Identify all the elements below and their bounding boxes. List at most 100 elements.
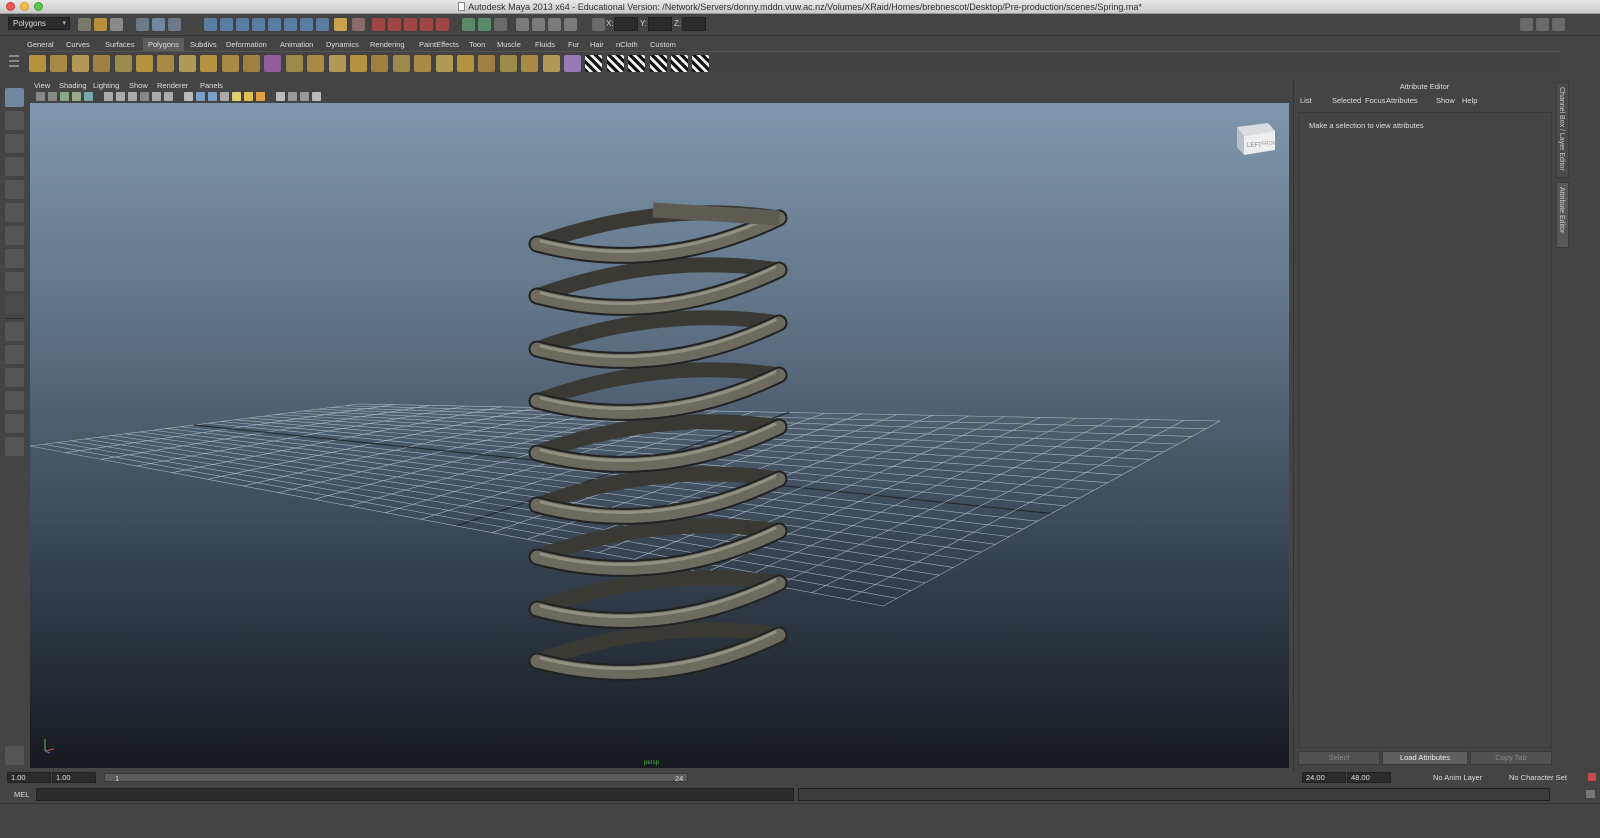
ae-menu-help[interactable]: Help [1462, 96, 1477, 105]
camera-attributes-icon[interactable] [36, 92, 45, 101]
construction-history-icon[interactable] [334, 18, 347, 31]
mirror-icon[interactable] [371, 55, 389, 72]
ae-menu-selected[interactable]: Selected [1332, 96, 1361, 105]
tab-subdivs[interactable]: Subdivs [185, 38, 222, 51]
poly-platonic-icon[interactable] [243, 55, 260, 72]
tool-settings-icon[interactable] [548, 18, 561, 31]
poly-helix-icon[interactable] [200, 55, 218, 72]
perspective-viewport[interactable]: LEFT FRONT persp [30, 103, 1289, 768]
grid-icon[interactable] [84, 92, 93, 101]
combine-icon[interactable] [264, 55, 282, 72]
open-scene-icon[interactable] [94, 18, 107, 31]
ae-menu-focus[interactable]: Focus [1365, 96, 1385, 105]
viewport-menu-show[interactable]: Show [129, 81, 148, 90]
snap-grid-icon[interactable] [204, 18, 217, 31]
cylindrical-mapping-icon[interactable] [649, 55, 667, 72]
layout-toggle-icon[interactable] [1520, 18, 1533, 31]
character-set-dropdown[interactable]: No Character Set [1509, 773, 1567, 782]
ae-menu-show[interactable]: Show [1436, 96, 1455, 105]
poly-cube-icon[interactable] [50, 55, 68, 72]
script-editor-button-icon[interactable] [1586, 790, 1595, 798]
field-chart-icon[interactable] [140, 92, 149, 101]
merge-vertices-icon[interactable] [542, 55, 560, 72]
image-plane-icon[interactable] [60, 92, 69, 101]
planar-mapping-icon[interactable] [628, 55, 646, 72]
bookmarks-icon[interactable] [48, 92, 57, 101]
render-settings-icon[interactable] [388, 18, 401, 31]
tab-hair[interactable]: Hair [585, 38, 609, 51]
poly-soccer-ball-icon[interactable] [221, 55, 239, 72]
snap-view-plane-icon[interactable] [252, 18, 265, 31]
hypershade-persp-layout-icon[interactable] [5, 414, 24, 433]
manipulator-tool-icon[interactable] [5, 226, 24, 245]
render-view-icon[interactable] [420, 18, 433, 31]
use-all-lights-icon[interactable] [232, 92, 241, 101]
boolean-union-icon[interactable] [350, 55, 367, 72]
gate-mask-icon[interactable] [128, 92, 137, 101]
tab-toon[interactable]: Toon [464, 38, 490, 51]
select-button[interactable]: Select [1298, 751, 1380, 765]
film-gate-icon[interactable] [104, 92, 113, 101]
tab-rendering[interactable]: Rendering [365, 38, 410, 51]
select-hierarchy-icon[interactable] [136, 18, 149, 31]
tab-animation[interactable]: Animation [275, 38, 318, 51]
bevel-icon[interactable] [564, 55, 581, 72]
render-current-frame-icon[interactable] [352, 18, 365, 31]
default-material-icon[interactable] [208, 92, 217, 101]
uv-editor-icon[interactable] [606, 55, 624, 72]
anim-layer-dropdown[interactable]: No Anim Layer [1433, 773, 1482, 782]
poly-sphere-icon[interactable] [29, 55, 46, 72]
poly-torus-icon[interactable] [136, 55, 153, 72]
lasso-tool-icon[interactable] [5, 111, 24, 130]
input-ops-icon[interactable] [300, 18, 313, 31]
poly-pipe-icon[interactable] [178, 55, 196, 72]
z-field[interactable] [682, 17, 706, 31]
tab-attribute-editor[interactable]: Attribute Editor [1556, 182, 1569, 248]
xray-icon[interactable] [288, 92, 297, 101]
shelf-menu-handle[interactable] [7, 52, 21, 74]
scale-tool-icon[interactable] [5, 203, 24, 222]
tab-polygons[interactable]: Polygons [143, 38, 184, 51]
viewport-menu-panels[interactable]: Panels [200, 81, 223, 90]
tab-curves[interactable]: Curves [61, 38, 95, 51]
append-polygon-icon[interactable] [435, 55, 453, 72]
fill-hole-icon[interactable] [457, 55, 474, 72]
separate-icon[interactable] [285, 55, 303, 72]
poly-cone-icon[interactable] [93, 55, 111, 72]
hypershade-icon[interactable] [404, 18, 417, 31]
playback-end-field[interactable]: 24.00 [1302, 772, 1346, 783]
make-live-icon[interactable] [268, 18, 281, 31]
tab-fur[interactable]: Fur [563, 38, 584, 51]
2d-pan-zoom-icon[interactable] [72, 92, 81, 101]
viewport-scene[interactable]: LEFT FRONT persp [30, 103, 1289, 768]
sculpt-icon[interactable] [585, 55, 603, 72]
tab-ncloth[interactable]: nCloth [611, 38, 643, 51]
transform-mode-icon[interactable] [592, 18, 605, 31]
select-tool-icon[interactable] [5, 88, 24, 107]
xray-joints-icon[interactable] [300, 92, 309, 101]
script-editor-icon[interactable] [5, 746, 24, 765]
end-time-field[interactable]: 48.00 [1347, 772, 1391, 783]
show-manipulator-icon[interactable] [5, 272, 24, 291]
playback-start-field[interactable]: 1.00 [52, 772, 96, 783]
tab-general[interactable]: General [22, 38, 59, 51]
automatic-mapping-icon[interactable] [692, 55, 710, 72]
tab-surfaces[interactable]: Surfaces [100, 38, 140, 51]
mel-input-field[interactable] [36, 788, 794, 801]
rename-icon[interactable] [494, 18, 507, 31]
viewport-menu-lighting[interactable]: Lighting [93, 81, 119, 90]
new-scene-icon[interactable] [78, 18, 91, 31]
menu-set-dropdown[interactable]: Polygons ▾ [8, 17, 70, 30]
viewport-menu-renderer[interactable]: Renderer [157, 81, 188, 90]
bridge-icon[interactable] [414, 55, 432, 72]
key-icon[interactable] [1588, 773, 1596, 781]
relative-transform-icon[interactable] [478, 18, 491, 31]
snap-curve-icon[interactable] [220, 18, 233, 31]
input-line-mode-icon[interactable] [462, 18, 475, 31]
select-object-icon[interactable] [152, 18, 165, 31]
backface-icon[interactable] [312, 92, 321, 101]
tab-custom[interactable]: Custom [645, 38, 681, 51]
last-tool-icon[interactable] [5, 295, 24, 314]
batch-render-icon[interactable] [436, 18, 449, 31]
load-attributes-button[interactable]: Load Attributes [1382, 751, 1468, 765]
